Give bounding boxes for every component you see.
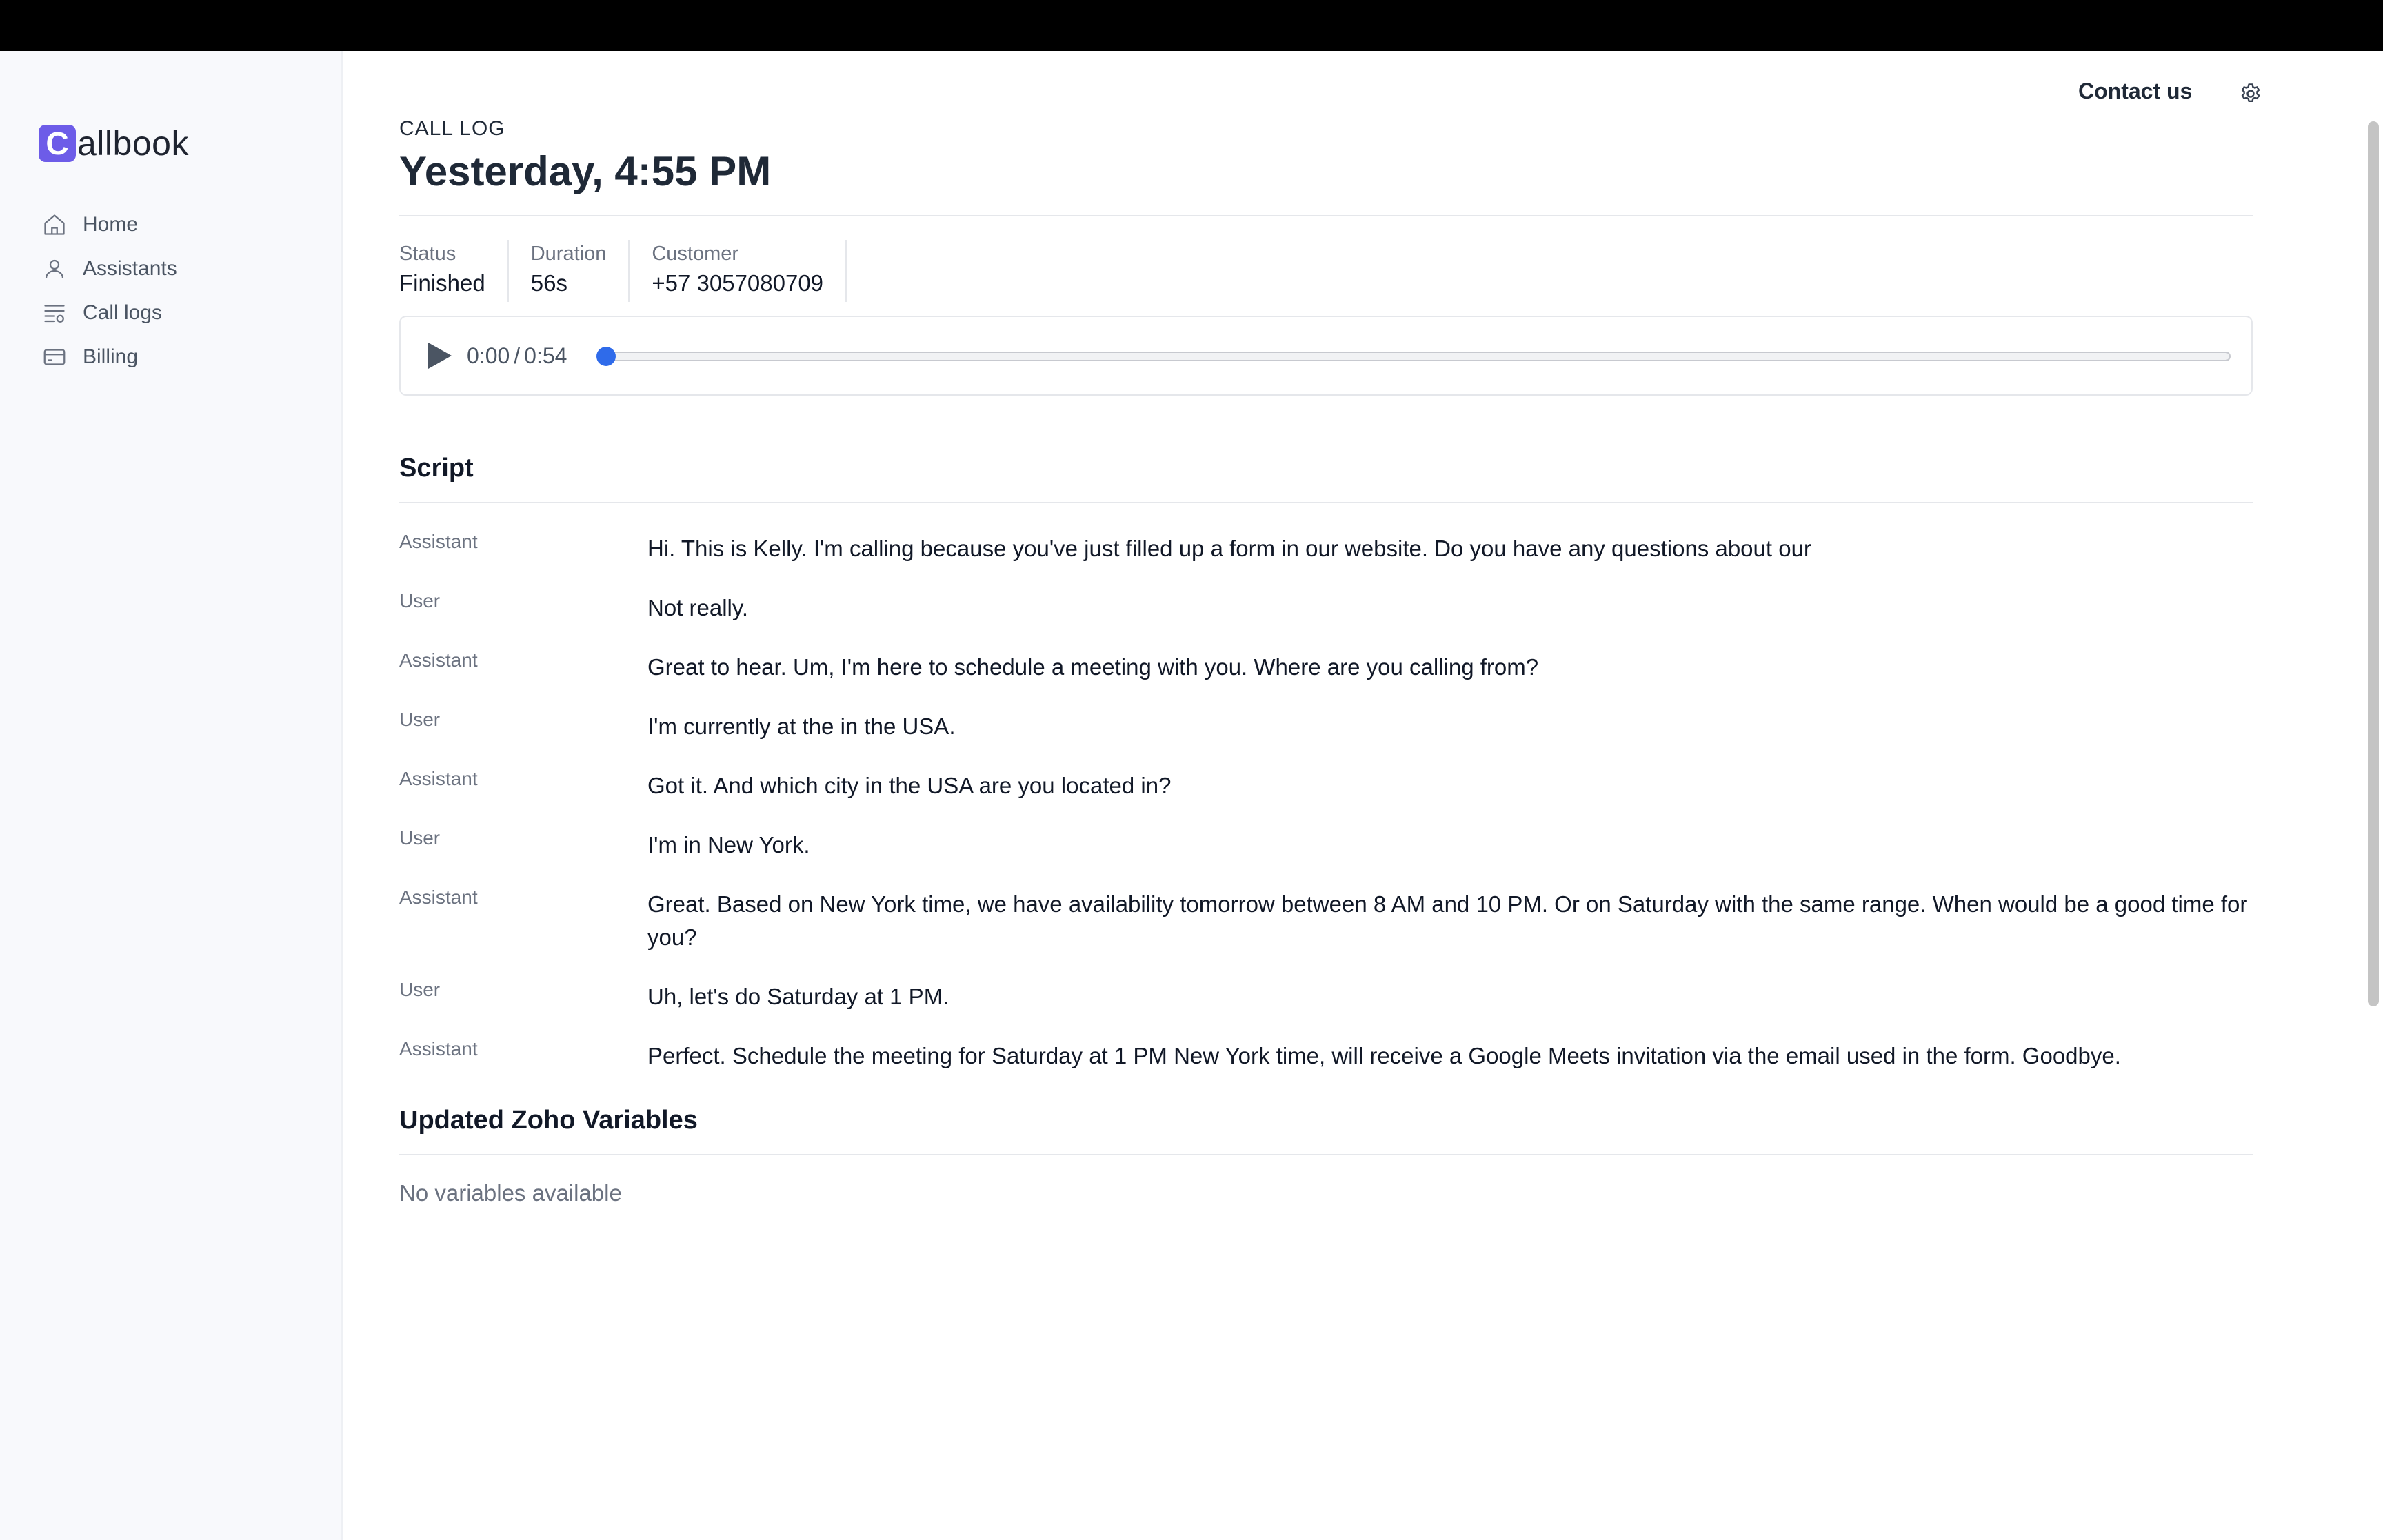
script-turn: Assistant Hi. This is Kelly. I'm calling …: [399, 528, 2253, 565]
play-button[interactable]: [424, 341, 454, 371]
sidebar-item-label: Call logs: [83, 301, 163, 324]
sidebar: C allbook Home Assistants Call logs Bill…: [0, 51, 343, 1540]
speaker-label: Assistant: [399, 768, 478, 789]
speaker-label: User: [399, 827, 441, 849]
speaker-label: Assistant: [399, 886, 478, 908]
script-turn: Assistant Got it. And which city in the U…: [399, 765, 2253, 802]
script-section: Script Assistant Hi. This is Kelly. I'm c…: [399, 454, 2253, 1073]
utterance-text: Hi. This is Kelly. I'm calling because y…: [647, 536, 1811, 561]
variables-section: Updated Zoho Variables No variables avai…: [399, 1106, 2253, 1206]
script-turn: User Uh, let's do Saturday at 1 PM.: [399, 976, 2253, 1013]
variables-empty-text: No variables available: [399, 1180, 622, 1206]
script-turn: User Not really.: [399, 587, 2253, 625]
status-label: Status: [399, 243, 456, 265]
home-icon: [41, 212, 68, 238]
utterance-text: Got it. And which city in the USA are yo…: [647, 773, 1172, 798]
script-title: Script: [399, 454, 474, 483]
window-top-bar: [0, 0, 2383, 51]
utterance-text: Not really.: [647, 595, 749, 620]
utterance-text: Perfect. Schedule the meeting for Saturd…: [647, 1043, 2121, 1068]
current-time: 0:00: [467, 343, 510, 368]
speaker-label: Assistant: [399, 649, 478, 671]
sidebar-nav: Home Assistants Call logs Billing: [41, 203, 177, 379]
credit-card-icon: [41, 344, 68, 370]
script-turn: Assistant Perfect. Schedule the meeting f…: [399, 1035, 2253, 1073]
utterance-text: Great. Based on New York time, we have a…: [647, 891, 2248, 950]
script-turn: Assistant Great. Based on New York time, …: [399, 884, 2253, 954]
sidebar-item-label: Home: [83, 213, 139, 236]
script-list: Assistant Hi. This is Kelly. I'm calling …: [399, 528, 2253, 1073]
call-log-detail: CALL LOG Yesterday, 4:55 PM Status Finis…: [399, 117, 2253, 1206]
list-icon: [41, 300, 68, 326]
script-turn: User I'm in New York.: [399, 824, 2253, 862]
scrollbar-thumb[interactable]: [2368, 121, 2379, 1006]
speaker-label: User: [399, 709, 441, 730]
sidebar-item-call-logs[interactable]: Call logs: [41, 291, 177, 335]
sidebar-item-home[interactable]: Home: [41, 203, 177, 247]
call-meta: Status Finished Duration 56s Customer +5…: [399, 240, 2253, 302]
callbook-logo[interactable]: C allbook: [39, 124, 189, 163]
sidebar-item-assistants[interactable]: Assistants: [41, 247, 177, 291]
divider: [399, 502, 2253, 503]
progress-thumb[interactable]: [596, 347, 616, 366]
play-icon: [428, 343, 452, 369]
logo-text: allbook: [77, 124, 189, 163]
sidebar-item-billing[interactable]: Billing: [41, 335, 177, 379]
audio-player: 0:00/0:54: [399, 316, 2253, 396]
customer-label: Customer: [652, 243, 739, 265]
logo-mark: C: [39, 125, 76, 162]
speaker-label: User: [399, 979, 441, 1000]
duration-label: Duration: [530, 243, 607, 265]
utterance-text: I'm in New York.: [647, 832, 810, 858]
speaker-label: Assistant: [399, 1038, 478, 1060]
speaker-label: User: [399, 590, 441, 611]
script-turn: User I'm currently at the in the USA.: [399, 706, 2253, 743]
customer-value: +57 3057080709: [652, 270, 824, 296]
total-time: 0:54: [524, 343, 567, 368]
customer-field: Customer +57 3057080709: [652, 240, 847, 302]
divider: [399, 1154, 2253, 1155]
status-field: Status Finished: [399, 240, 509, 302]
page-title: Yesterday, 4:55 PM: [399, 148, 772, 194]
gear-icon[interactable]: [2238, 81, 2263, 106]
divider: [399, 215, 2253, 216]
sidebar-item-label: Billing: [83, 345, 139, 368]
page-eyebrow: CALL LOG: [399, 117, 505, 140]
speaker-label: Assistant: [399, 531, 478, 552]
contact-us-link[interactable]: Contact us: [2078, 79, 2192, 104]
sidebar-item-label: Assistants: [83, 257, 177, 280]
status-value: Finished: [399, 270, 485, 296]
variables-title: Updated Zoho Variables: [399, 1106, 698, 1135]
duration-value: 56s: [530, 270, 567, 296]
utterance-text: Uh, let's do Saturday at 1 PM.: [647, 984, 949, 1009]
user-icon: [41, 256, 68, 282]
duration-field: Duration 56s: [531, 240, 630, 302]
utterance-text: I'm currently at the in the USA.: [647, 713, 956, 739]
playback-time: 0:00/0:54: [467, 343, 567, 368]
progress-slider[interactable]: [596, 347, 2231, 366]
script-turn: Assistant Great to hear. Um, I'm here to …: [399, 647, 2253, 684]
utterance-text: Great to hear. Um, I'm here to schedule …: [647, 654, 1539, 680]
